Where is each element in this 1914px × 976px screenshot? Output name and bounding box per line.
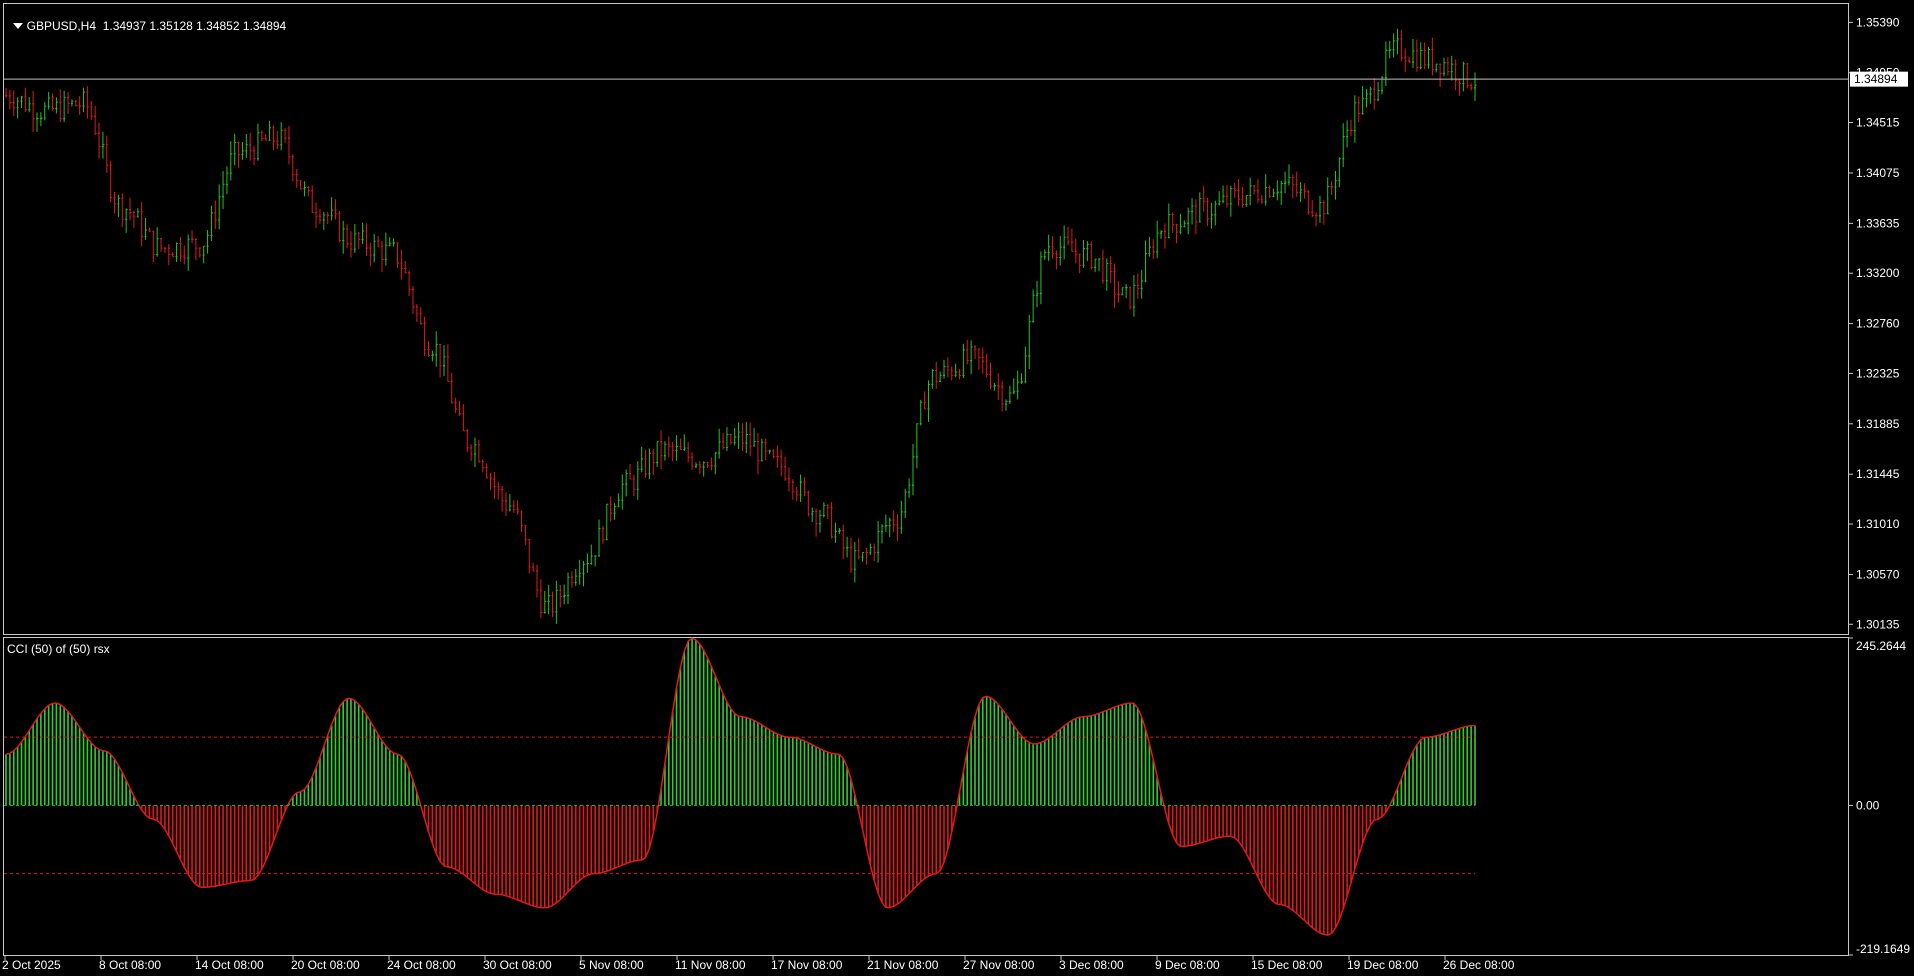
candle-series bbox=[5, 28, 1477, 624]
time-axis-label: 20 Oct 08:00 bbox=[291, 958, 360, 972]
time-axis-label: 15 Dec 08:00 bbox=[1251, 958, 1323, 972]
price-axis-label: 1.32760 bbox=[1856, 317, 1900, 331]
price-axis-label: 1.30135 bbox=[1856, 617, 1900, 631]
time-axis-label: 24 Oct 08:00 bbox=[387, 958, 456, 972]
current-price-label: 1.34894 bbox=[1854, 72, 1898, 86]
time-axis-label: 21 Nov 08:00 bbox=[867, 958, 939, 972]
time-axis-label: 2 Oct 2025 bbox=[2, 958, 61, 972]
price-axis: 1.353901.349501.345151.340751.336351.332… bbox=[1848, 15, 1900, 631]
price-axis-label: 1.32325 bbox=[1856, 366, 1900, 380]
price-axis-label: 1.34075 bbox=[1856, 166, 1900, 180]
chart-header: GBPUSD,H4 1.34937 1.35128 1.34852 1.3489… bbox=[6, 5, 286, 33]
time-axis-label: 26 Dec 08:00 bbox=[1443, 958, 1515, 972]
symbol-label: GBPUSD,H4 bbox=[26, 19, 97, 33]
time-axis: 2 Oct 2025 8 Oct 08:00 14 Oct 08:00 20 Oct … bbox=[2, 955, 1515, 972]
time-axis-label: 5 Nov 08:00 bbox=[579, 958, 644, 972]
time-axis-label: 30 Oct 08:00 bbox=[483, 958, 552, 972]
indicator-axis-label: 0.00 bbox=[1856, 798, 1880, 812]
price-axis-label: 1.31885 bbox=[1856, 417, 1900, 431]
current-price-tag: 1.34894 bbox=[1850, 71, 1908, 87]
time-axis-label: 11 Nov 08:00 bbox=[675, 958, 746, 972]
time-axis-label: 17 Nov 08:00 bbox=[771, 958, 843, 972]
price-axis-label: 1.31010 bbox=[1856, 517, 1900, 531]
time-axis-label: 9 Dec 08:00 bbox=[1155, 958, 1220, 972]
time-axis-label: 8 Oct 08:00 bbox=[99, 958, 161, 972]
price-axis-label: 1.34515 bbox=[1856, 116, 1900, 130]
time-axis-label: 3 Dec 08:00 bbox=[1059, 958, 1124, 972]
indicator-axis: 245.2644 0.00 -219.1649 bbox=[1848, 637, 1910, 956]
time-axis-label: 19 Dec 08:00 bbox=[1347, 958, 1419, 972]
indicator-panel-frame bbox=[3, 637, 1849, 956]
price-axis-label: 1.35390 bbox=[1856, 15, 1900, 29]
cci-histogram bbox=[5, 637, 1476, 936]
cci-signal-line bbox=[5, 637, 1476, 936]
price-axis-label: 1.33200 bbox=[1856, 266, 1900, 280]
indicator-title: CCI (50) of (50) rsx bbox=[7, 642, 110, 656]
price-panel-frame bbox=[3, 3, 1849, 635]
price-axis-label: 1.30570 bbox=[1856, 567, 1900, 581]
time-axis-label: 14 Oct 08:00 bbox=[195, 958, 264, 972]
indicator-axis-label: 245.2644 bbox=[1856, 639, 1906, 653]
time-axis-label: 27 Nov 08:00 bbox=[963, 958, 1035, 972]
indicator-axis-label: -219.1649 bbox=[1856, 942, 1910, 956]
price-axis-label: 1.33635 bbox=[1856, 216, 1900, 230]
ohlc-values: 1.34937 1.35128 1.34852 1.34894 bbox=[102, 19, 287, 33]
price-axis-label: 1.31445 bbox=[1856, 467, 1900, 481]
symbol-menu-icon[interactable] bbox=[12, 23, 23, 29]
price-chart[interactable]: 1.353901.349501.345151.340751.336351.332… bbox=[0, 0, 1914, 976]
